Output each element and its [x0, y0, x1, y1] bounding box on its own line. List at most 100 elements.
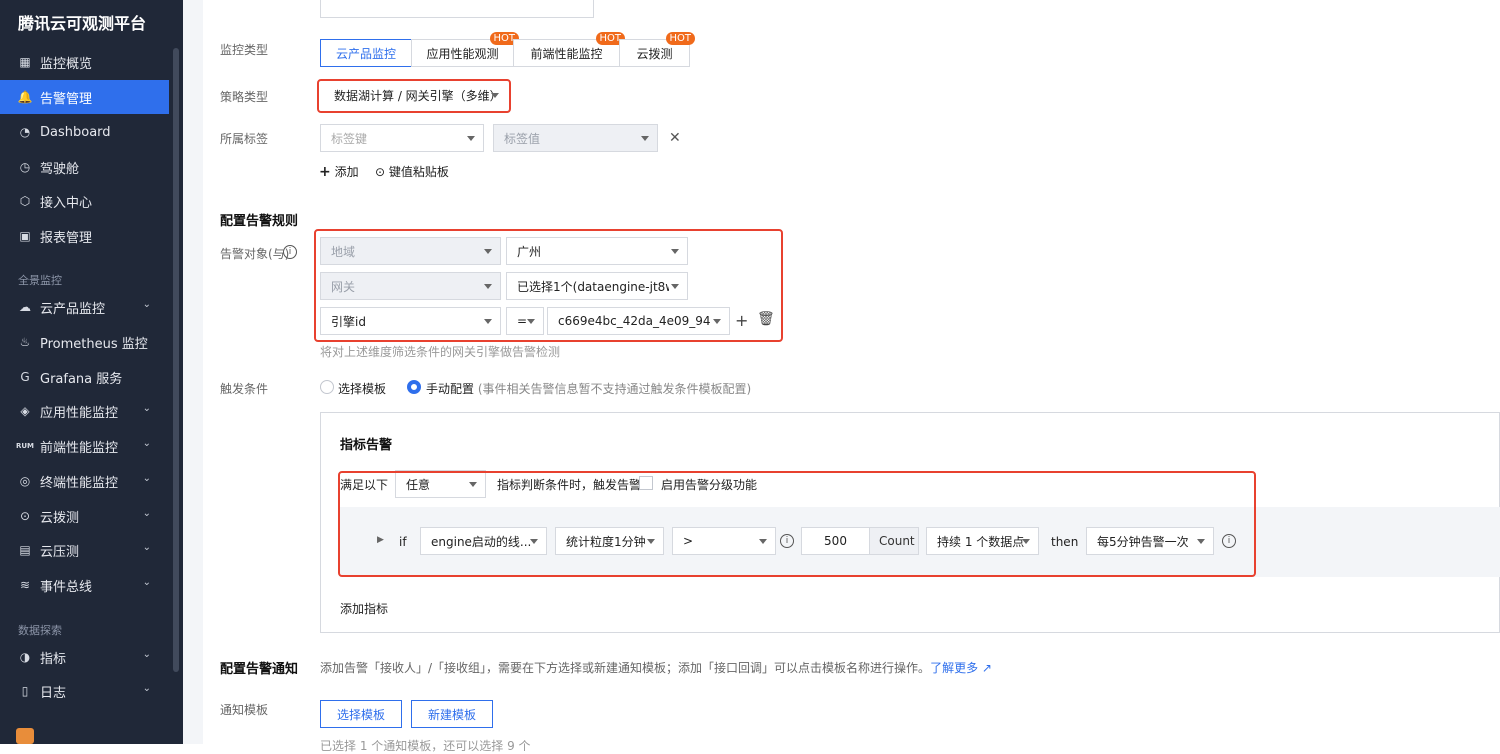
sidebar-item-label: 事件总线 — [40, 579, 93, 595]
external-link-icon[interactable]: ↗ — [982, 661, 992, 675]
chevron-down-icon: ⌄ — [142, 438, 151, 449]
chevron-down-icon: ⌄ — [142, 508, 151, 519]
sidebar-item-label: Grafana 服务 — [40, 371, 123, 387]
layers-icon: ≋ — [19, 578, 31, 592]
tab-frontend[interactable]: 前端性能监控 HOT — [513, 32, 625, 67]
notify-title: 配置告警通知 — [220, 662, 299, 677]
sidebar-item-eventbus[interactable]: ≋ 事件总线 ⌄ — [0, 568, 169, 602]
sidebar-item-label: 前端性能监控 — [40, 440, 119, 456]
highlight-rule — [338, 471, 1256, 577]
add-metric-link[interactable]: 添加指标 — [340, 600, 388, 617]
sidebar-item-label: 报表管理 — [40, 230, 93, 246]
chevron-down-icon: ⌄ — [142, 473, 151, 484]
sidebar-item-label: 监控概览 — [40, 56, 93, 72]
sidebar-item-grafana[interactable]: G Grafana 服务 — [0, 360, 169, 394]
trigger-manual-text: 手动配置 — [426, 382, 475, 396]
sidebar-item-label: Dashboard — [40, 124, 111, 140]
section-title-explore: 数据探索 — [18, 624, 62, 637]
chevron-down-icon: ⌄ — [142, 542, 151, 553]
chevron-down-icon — [641, 136, 649, 141]
grid-icon: ▦ — [19, 55, 31, 69]
sidebar-item-rum[interactable]: RUM 前端性能监控 ⌄ — [0, 429, 169, 463]
radio-template[interactable] — [320, 380, 334, 394]
bell-icon: 🔔 — [17, 90, 33, 104]
sidebar-item-label: 云产品监控 — [40, 301, 106, 317]
sidebar-item-overview[interactable]: ▦ 监控概览 — [0, 45, 169, 79]
tab-probe[interactable]: 云拨测 HOT — [619, 32, 695, 67]
tag-key-select[interactable]: 标签键 — [320, 124, 484, 152]
learn-more-link[interactable]: 了解更多 — [930, 661, 978, 675]
chevron-down-icon: ⌄ — [142, 403, 151, 414]
config-rules-title: 配置告警规则 — [220, 214, 299, 229]
trigger-manual-label: 手动配置 (事件相关告警信息暂不支持通过触发条件模板配置) — [426, 380, 751, 397]
notify-desc-text: 添加告警「接收人」/「接收组」，需要在下方选择或新建通知模板；添加「接口回调」可… — [320, 661, 931, 675]
chevron-down-icon: ⌄ — [142, 649, 151, 660]
strategy-name-input[interactable] — [320, 0, 594, 18]
sidebar-item-cockpit[interactable]: ◷ 驾驶舱 — [0, 150, 169, 184]
collapse-icon[interactable] — [16, 728, 34, 744]
section-title-panorama: 全景监控 — [18, 274, 62, 287]
sidebar-item-stress[interactable]: ▤ 云压测 ⌄ — [0, 533, 169, 567]
alarm-object-label: 告警对象(与) — [220, 247, 290, 261]
close-icon[interactable]: ✕ — [669, 130, 681, 146]
info-icon[interactable]: i — [283, 245, 297, 259]
sidebar-item-access[interactable]: ⬡ 接入中心 — [0, 184, 169, 218]
paste-board-button[interactable]: ⊙ 键值粘贴板 — [375, 163, 449, 180]
log-icon: ▯ — [21, 684, 29, 698]
select-template-button[interactable]: 选择模板 — [320, 700, 402, 728]
template-hint: 已选择 1 个通知模板，还可以选择 9 个 — [320, 739, 531, 753]
add-tag-link[interactable]: + 添加 — [319, 163, 359, 180]
rum-icon: RUM — [15, 442, 35, 450]
stress-icon: ▤ — [19, 543, 31, 557]
sidebar-item-report[interactable]: ▣ 报表管理 — [0, 219, 169, 253]
tab-label: 应用性能观测 — [426, 46, 499, 61]
tags-label: 所属标签 — [220, 132, 269, 146]
gutter — [183, 0, 203, 744]
new-template-button[interactable]: 新建模板 — [411, 700, 493, 728]
sidebar-item-label: 应用性能监控 — [40, 405, 119, 421]
radio-manual[interactable] — [407, 380, 421, 394]
sidebar-item-log[interactable]: ▯ 日志 ⌄ — [0, 674, 169, 708]
prometheus-icon: ♨ — [19, 335, 31, 349]
sidebar-item-cloud-monitor[interactable]: ☁ 云产品监控 ⌄ — [0, 290, 169, 324]
tag-value-select[interactable]: 标签值 — [493, 124, 658, 152]
sidebar-item-terminal[interactable]: ◎ 终端性能监控 ⌄ — [0, 464, 169, 498]
monitor-type-label: 监控类型 — [220, 43, 269, 57]
sidebar-item-label: Prometheus 监控 — [40, 336, 148, 352]
tag-value-placeholder: 标签值 — [504, 131, 541, 146]
pie-icon: ◔ — [19, 125, 31, 139]
terminal-icon: ◎ — [19, 474, 31, 488]
metric-alarm-title: 指标告警 — [340, 438, 393, 453]
main-content: 监控类型 云产品监控 应用性能观测 HOT 前端性能监控 HOT 云拨测 HOT… — [203, 0, 1500, 753]
trigger-template-label: 选择模板 — [338, 382, 387, 396]
sidebar-item-apm[interactable]: ◈ 应用性能监控 ⌄ — [0, 394, 169, 428]
cloud-icon: ☁ — [19, 300, 31, 314]
sidebar-item-metric[interactable]: ◑ 指标 ⌄ — [0, 640, 169, 674]
sidebar-item-label: 接入中心 — [40, 195, 93, 211]
sidebar-item-dashboard[interactable]: ◔ Dashboard — [0, 115, 169, 149]
chevron-down-icon: ⌄ — [142, 683, 151, 694]
sidebar-scrollbar[interactable] — [173, 48, 179, 672]
sidebar-item-label: 告警管理 — [40, 91, 93, 107]
sidebar-item-label: 指标 — [40, 651, 67, 667]
tag-key-placeholder: 标签键 — [331, 131, 368, 146]
sidebar-item-probe[interactable]: ⊙ 云拨测 ⌄ — [0, 499, 169, 533]
plus-icon: + — [319, 164, 331, 180]
add-tag-label: 添加 — [334, 165, 359, 179]
highlight-policy-type — [317, 79, 511, 113]
template-label: 通知模板 — [220, 703, 269, 717]
sidebar-item-prometheus[interactable]: ♨ Prometheus 监控 — [0, 325, 169, 359]
sidebar-item-label: 云压测 — [40, 544, 80, 560]
chevron-down-icon: ⌄ — [142, 299, 151, 310]
tab-apm[interactable]: 应用性能观测 HOT — [411, 32, 519, 67]
sidebar-item-label: 云拨测 — [40, 510, 80, 526]
tab-cloud-product[interactable]: 云产品监控 — [320, 39, 412, 67]
sidebar-item-label: 日志 — [40, 685, 67, 701]
paste-board-label: 键值粘贴板 — [388, 165, 449, 179]
gauge-icon: ◷ — [19, 160, 31, 174]
sidebar-item-alarm[interactable]: 🔔 告警管理 — [0, 80, 169, 114]
apm-icon: ◈ — [20, 404, 30, 418]
sidebar-item-label: 驾驶舱 — [40, 161, 80, 177]
policy-type-label: 策略类型 — [220, 90, 269, 104]
metric-icon: ◑ — [19, 650, 31, 664]
